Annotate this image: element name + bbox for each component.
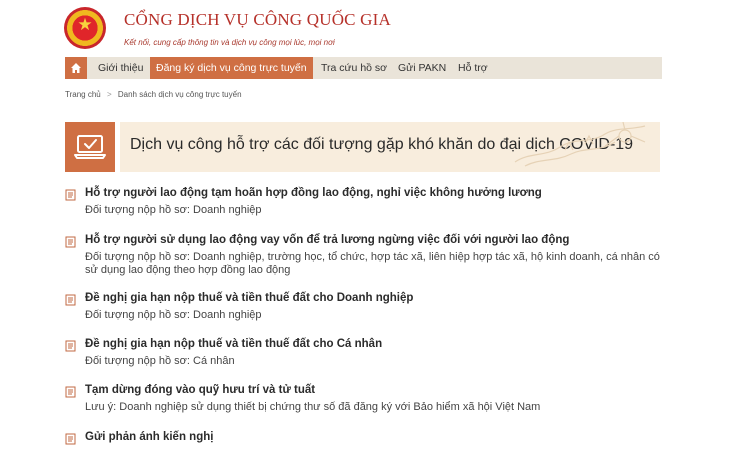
service-subtitle: Đối tượng nộp hồ sơ: Cá nhân xyxy=(85,355,235,367)
service-title[interactable]: Hỗ trợ người sử dụng lao động vay vốn để… xyxy=(85,234,569,246)
nav-item-tra-cuu-ho-so[interactable]: Tra cứu hồ sơ xyxy=(321,57,387,79)
service-item[interactable]: Gửi phản ánh kiến nghị xyxy=(65,431,665,451)
home-button[interactable] xyxy=(65,57,87,79)
breadcrumb-separator: > xyxy=(106,90,112,99)
service-title[interactable]: Hỗ trợ người lao động tạm hoãn hợp đồng … xyxy=(85,187,542,199)
site-title[interactable]: CỔNG DỊCH VỤ CÔNG QUỐC GIA xyxy=(124,10,391,30)
star-icon: ★ xyxy=(77,15,93,34)
decorative-dragon-motif xyxy=(514,122,646,167)
nav-item-ho-tro[interactable]: Hỗ trợ xyxy=(458,57,488,79)
document-icon xyxy=(65,189,76,201)
document-icon xyxy=(65,236,76,248)
service-subtitle: Đối tượng nộp hồ sơ: Doanh nghiệp xyxy=(85,309,262,321)
nav-item-dang-ky-dich-vu[interactable]: Đăng ký dịch vụ công trực tuyến xyxy=(150,57,313,79)
service-title[interactable]: Tạm dừng đóng vào quỹ hưu trí và tử tuất xyxy=(85,384,315,396)
service-item[interactable]: Tạm dừng đóng vào quỹ hưu trí và tử tuất… xyxy=(65,384,665,418)
nav-item-gui-pakn[interactable]: Gửi PAKN xyxy=(398,57,446,79)
nav-item-gioi-thieu[interactable]: Giới thiệu xyxy=(98,57,143,79)
site-header: ★ CỔNG DỊCH VỤ CÔNG QUỐC GIA Kết nối, cu… xyxy=(0,0,730,58)
service-title[interactable]: Gửi phản ánh kiến nghị xyxy=(85,431,213,443)
service-subtitle: Đối tượng nộp hồ sơ: Doanh nghiệp, trườn… xyxy=(85,251,660,276)
service-title[interactable]: Đề nghị gia hạn nộp thuế và tiền thuế đấ… xyxy=(85,292,413,304)
document-icon xyxy=(65,340,76,352)
document-icon xyxy=(65,433,76,445)
service-item[interactable]: Hỗ trợ người lao động tạm hoãn hợp đồng … xyxy=(65,187,665,221)
national-emblem[interactable]: ★ xyxy=(64,7,106,49)
laptop-check-icon xyxy=(74,135,106,159)
covid-services-banner: Dịch vụ công hỗ trợ các đối tượng gặp kh… xyxy=(120,122,660,172)
breadcrumb: Trang chủ > Danh sách dịch vụ công trực … xyxy=(65,90,242,99)
service-item[interactable]: Hỗ trợ người sử dụng lao động vay vốn để… xyxy=(65,234,665,280)
document-icon xyxy=(65,386,76,398)
breadcrumb-home[interactable]: Trang chủ xyxy=(65,90,101,99)
home-icon xyxy=(71,63,81,73)
service-subtitle: Đối tượng nộp hồ sơ: Doanh nghiệp xyxy=(85,204,262,216)
banner-icon-box xyxy=(65,122,115,172)
service-title[interactable]: Đề nghị gia hạn nộp thuế và tiền thuế đấ… xyxy=(85,338,382,350)
breadcrumb-current: Danh sách dịch vụ công trực tuyến xyxy=(117,90,242,99)
site-slogan: Kết nối, cung cấp thông tin và dịch vụ c… xyxy=(124,38,335,47)
main-nav: Giới thiệu Đăng ký dịch vụ công trực tuy… xyxy=(65,57,662,79)
service-item[interactable]: Đề nghị gia hạn nộp thuế và tiền thuế đấ… xyxy=(65,292,665,326)
document-icon xyxy=(65,294,76,306)
service-item[interactable]: Đề nghị gia hạn nộp thuế và tiền thuế đấ… xyxy=(65,338,665,372)
service-subtitle: Lưu ý: Doanh nghiệp sử dụng thiết bị chứ… xyxy=(85,401,541,413)
